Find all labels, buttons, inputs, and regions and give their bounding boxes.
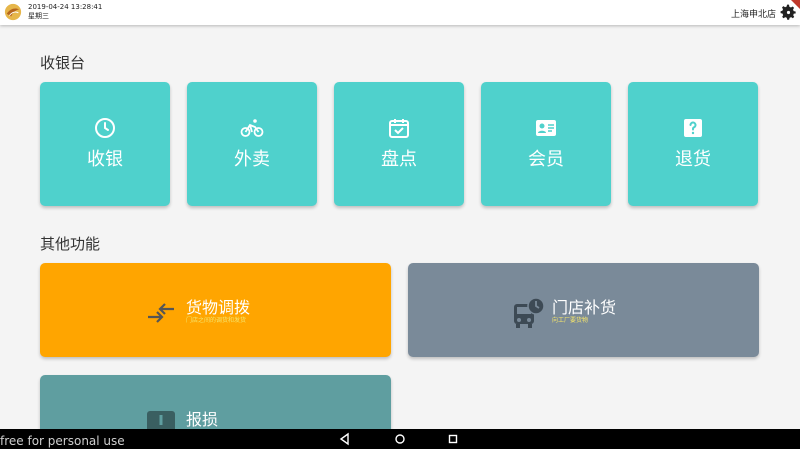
card-restock[interactable]: 门店补货 向工厂要货物 [408, 263, 759, 357]
tile-label: 收银 [87, 149, 123, 170]
cashier-section-title: 收银台 [40, 54, 86, 72]
tile-label: 盘点 [381, 149, 417, 170]
card-subtitle: 向工厂要货物 [552, 317, 589, 324]
bicycle-icon [240, 119, 264, 137]
datetime: 2019-04-24 13:28:41 星期三 [28, 3, 102, 21]
contact-card-icon [536, 120, 556, 136]
top-bar: 2019-04-24 13:28:41 星期三 上海申北店 [0, 0, 800, 25]
tile-inventory[interactable]: 盘点 [334, 82, 464, 206]
card-damage-report[interactable]: 报损 [40, 375, 391, 435]
card-subtitle: 门店之间的调货和发货 [186, 317, 247, 324]
other-section-title: 其他功能 [40, 235, 101, 253]
calendar-check-icon [389, 119, 409, 138]
date-time-text: 2019-04-24 13:28:41 [28, 3, 103, 11]
bus-clock-icon [514, 297, 545, 328]
clock-icon [95, 118, 115, 138]
card-title: 报损 [186, 410, 219, 429]
home-icon[interactable] [393, 432, 407, 446]
card-transfer[interactable]: 货物调拨 门店之间的调货和发货 [40, 263, 391, 357]
question-icon [684, 119, 702, 137]
watermark-text: free for personal use [0, 434, 125, 448]
tile-label: 退货 [675, 149, 711, 170]
tile-label: 外卖 [234, 149, 270, 170]
back-icon[interactable] [338, 432, 352, 446]
transfer-arrows-icon [148, 303, 174, 323]
tile-return[interactable]: 退货 [628, 82, 758, 206]
weekday-text: 星期三 [28, 12, 49, 20]
store-name: 上海申北店 [730, 10, 776, 20]
recents-icon[interactable] [446, 432, 460, 446]
tile-member[interactable]: 会员 [481, 82, 611, 206]
tile-label: 会员 [528, 149, 564, 170]
corner-flag [791, 0, 800, 9]
tile-checkout[interactable]: 收银 [40, 82, 170, 206]
tile-delivery[interactable]: 外卖 [187, 82, 317, 206]
app-logo-icon [4, 3, 22, 21]
